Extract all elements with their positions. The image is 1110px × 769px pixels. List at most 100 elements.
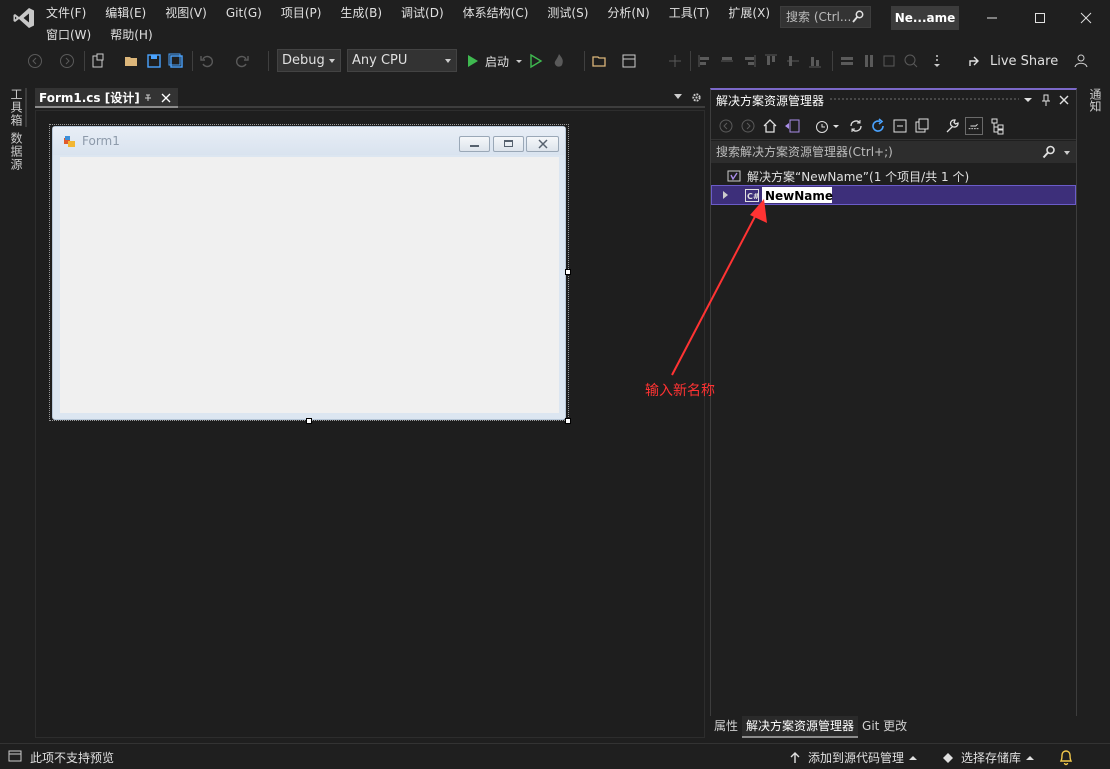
align-lefts-icon[interactable] — [696, 52, 714, 70]
start-without-debugging-icon[interactable] — [527, 52, 545, 70]
form-close-icon — [526, 136, 559, 152]
refresh-icon[interactable] — [869, 117, 887, 135]
menu-tools[interactable]: 工具(T) — [669, 3, 720, 23]
chevron-down-icon[interactable] — [1023, 95, 1033, 105]
navigate-back-icon[interactable] — [26, 52, 44, 70]
main-toolbar: Debug Any CPU 启动 Live Share — [0, 46, 1110, 76]
tab-form1-design[interactable]: Form1.cs [设计] — [35, 88, 178, 108]
datasources-tab[interactable]: 数据源 — [8, 132, 25, 171]
live-share-label: Live Share — [990, 53, 1059, 69]
align-tops-icon[interactable] — [762, 52, 780, 70]
minimize-icon[interactable] — [977, 6, 1007, 30]
menu-test[interactable]: 测试(S) — [547, 3, 598, 23]
start-debugging-button[interactable]: 启动 — [466, 50, 524, 72]
make-same-size-icon[interactable] — [880, 52, 898, 70]
menu-git[interactable]: Git(G) — [226, 3, 272, 23]
home-icon[interactable] — [761, 117, 779, 135]
open-folder-icon[interactable] — [123, 52, 141, 70]
redo-icon[interactable] — [233, 52, 251, 70]
chevron-down-icon[interactable] — [831, 117, 841, 135]
repository-icon — [943, 752, 953, 763]
sync-icon[interactable] — [847, 117, 865, 135]
form1-window[interactable]: Form1 — [52, 126, 566, 420]
resize-handle-right[interactable] — [565, 269, 571, 275]
notifications-tab[interactable]: 通知 — [1087, 88, 1104, 112]
close-icon[interactable] — [1058, 94, 1070, 106]
pending-changes-filter-icon[interactable] — [813, 117, 831, 135]
pin-icon[interactable] — [1041, 93, 1051, 107]
toolbar-overflow-icon[interactable] — [928, 52, 946, 70]
open-file-folder-icon[interactable] — [591, 52, 609, 70]
toolbox-tab[interactable]: 工具箱 — [8, 88, 27, 127]
class-view-icon[interactable] — [989, 117, 1007, 135]
menu-debug[interactable]: 调试(D) — [401, 3, 454, 23]
form-title-bar: Form1 — [53, 127, 565, 155]
search-icon — [852, 10, 864, 23]
make-same-width-icon[interactable] — [838, 52, 856, 70]
properties-wrench-icon[interactable] — [943, 117, 961, 135]
add-to-source-control-button[interactable]: 添加到源代码管理 — [790, 749, 918, 766]
preview-selected-items-icon[interactable] — [965, 117, 983, 135]
form-maximize-icon — [493, 136, 524, 152]
layout-icon[interactable] — [620, 52, 638, 70]
menu-window[interactable]: 窗口(W) — [46, 25, 101, 45]
close-icon[interactable] — [1071, 6, 1101, 30]
notification-bell-icon[interactable] — [1058, 748, 1074, 766]
forward-icon[interactable] — [739, 117, 757, 135]
hot-reload-icon[interactable] — [550, 52, 568, 70]
select-repository-button[interactable]: 选择存储库 — [942, 749, 1035, 766]
make-same-height-icon[interactable] — [860, 52, 878, 70]
close-tab-icon[interactable] — [160, 91, 172, 105]
back-icon[interactable] — [717, 117, 735, 135]
toolbar-separator — [832, 51, 833, 71]
resize-handle-bottom-right[interactable] — [565, 418, 571, 424]
feedback-icon[interactable] — [1072, 52, 1090, 70]
panel-drag-grip[interactable] — [829, 97, 1019, 102]
chevron-up-icon — [909, 755, 918, 760]
tab-list-dropdown-icon[interactable] — [674, 94, 682, 99]
configuration-select[interactable]: Debug — [277, 49, 341, 72]
menu-help[interactable]: 帮助(H) — [110, 25, 162, 45]
save-icon[interactable] — [145, 52, 163, 70]
tab-git-changes[interactable]: Git 更改 — [858, 716, 911, 738]
menu-view[interactable]: 视图(V) — [165, 3, 217, 23]
solution-name-badge[interactable]: Ne...ame — [891, 6, 959, 30]
form-client-area[interactable] — [60, 157, 559, 413]
pin-icon[interactable] — [143, 92, 153, 104]
align-centers-icon[interactable] — [718, 52, 736, 70]
menu-build[interactable]: 生成(B) — [340, 3, 392, 23]
navigate-forward-icon[interactable] — [58, 52, 76, 70]
menu-file[interactable]: 文件(F) — [46, 3, 96, 23]
menu-analyze[interactable]: 分析(N) — [607, 3, 659, 23]
resize-handle-bottom[interactable] — [306, 418, 312, 424]
tab-properties[interactable]: 属性 — [710, 716, 742, 738]
menu-bar-row-1: 文件(F) 编辑(E) 视图(V) Git(G) 项目(P) 生成(B) 调试(… — [46, 3, 789, 23]
collapse-all-icon[interactable] — [891, 117, 909, 135]
menu-project[interactable]: 项目(P) — [281, 3, 332, 23]
arrow-up-icon — [790, 751, 800, 763]
menu-extensions[interactable]: 扩展(X) — [728, 3, 780, 23]
form-designer-surface[interactable]: Form1 — [35, 110, 705, 738]
menu-architecture[interactable]: 体系结构(C) — [463, 3, 539, 23]
menu-edit[interactable]: 编辑(E) — [105, 3, 156, 23]
tree-item-solution[interactable]: 解决方案“NewName”(1 个项目/共 1 个) — [711, 166, 1076, 186]
platform-select[interactable]: Any CPU — [347, 49, 457, 72]
global-search-input[interactable]: 搜索 (Ctrl... — [780, 6, 871, 28]
undo-icon[interactable] — [198, 52, 216, 70]
save-all-icon[interactable] — [167, 52, 185, 70]
align-rights-icon[interactable] — [740, 52, 758, 70]
new-project-icon[interactable] — [90, 52, 108, 70]
chevron-down-icon[interactable] — [1064, 151, 1070, 155]
bottom-panel-tabs: 属性 解决方案资源管理器 Git 更改 — [710, 716, 1077, 738]
align-grid-icon[interactable] — [666, 52, 684, 70]
solution-explorer-search-input[interactable]: 搜索解决方案资源管理器(Ctrl+;) — [711, 141, 1076, 163]
tab-solution-explorer[interactable]: 解决方案资源管理器 — [742, 716, 859, 738]
align-bottoms-icon[interactable] — [806, 52, 824, 70]
maximize-icon[interactable] — [1025, 6, 1055, 30]
live-share-button[interactable]: Live Share — [968, 52, 1058, 70]
switch-views-icon[interactable] — [783, 117, 801, 135]
show-all-files-icon[interactable] — [913, 117, 931, 135]
gear-icon[interactable] — [691, 92, 702, 103]
zoom-icon[interactable] — [902, 52, 920, 70]
align-middles-icon[interactable] — [784, 52, 802, 70]
